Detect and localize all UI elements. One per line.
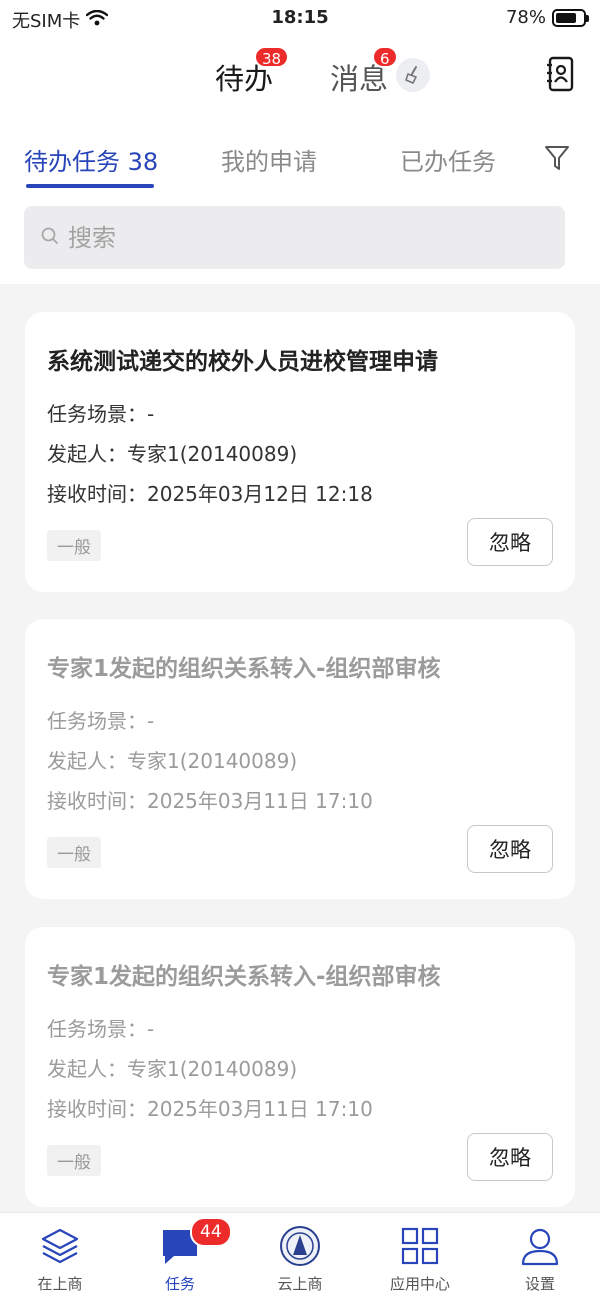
tab-pending-tasks[interactable]: 待办任务 38 bbox=[24, 142, 158, 177]
task-received-time: 接收时间：2025年03月11日 17:10 bbox=[47, 789, 373, 813]
task-tabs: 待办任务 38 我的申请 已办任务 bbox=[0, 130, 600, 190]
active-tab-indicator bbox=[26, 184, 154, 188]
nav-item-app-center[interactable]: 应用中心 bbox=[360, 1221, 480, 1294]
nav-item-tasks[interactable]: 44 任务 bbox=[120, 1217, 240, 1294]
task-received-time: 接收时间：2025年03月12日 12:18 bbox=[47, 482, 373, 506]
clear-broom-icon[interactable] bbox=[396, 58, 430, 92]
task-received-time: 接收时间：2025年03月11日 17:10 bbox=[47, 1097, 373, 1121]
task-initiator: 发起人：专家1(20140089) bbox=[47, 442, 298, 466]
nav-label: 设置 bbox=[524, 1275, 555, 1293]
battery-icon bbox=[552, 8, 589, 27]
nav-label: 应用中心 bbox=[389, 1275, 450, 1293]
ignore-button[interactable]: 忽略 bbox=[467, 825, 553, 873]
task-initiator: 发起人：专家1(20140089) bbox=[47, 1057, 298, 1081]
grid-apps-icon bbox=[360, 1221, 480, 1271]
nav-label: 在上商 bbox=[37, 1275, 83, 1293]
task-scene: 任务场景：- bbox=[47, 709, 155, 733]
nav-item-yunshangshang[interactable]: 云上商 bbox=[240, 1221, 360, 1294]
nav-item-settings[interactable]: 设置 bbox=[480, 1221, 600, 1294]
user-icon bbox=[480, 1221, 600, 1271]
tab-my-requests[interactable]: 我的申请 bbox=[221, 142, 317, 177]
task-scene: 任务场景：- bbox=[47, 402, 155, 426]
status-bar: 无SIM卡 18:15 78% bbox=[0, 0, 600, 38]
tab-done-tasks[interactable]: 已办任务 bbox=[400, 142, 496, 177]
bottom-nav: 在上商 44 任务 云上商 应用中心 设置 bbox=[0, 1212, 600, 1300]
task-card[interactable]: 系统测试递交的校外人员进校管理申请 任务场景：- 发起人：专家1(2014008… bbox=[25, 312, 575, 592]
task-title: 专家1发起的组织关系转入-组织部审核 bbox=[47, 656, 441, 682]
priority-tag: 一般 bbox=[47, 530, 101, 561]
search-icon bbox=[40, 226, 60, 250]
header: 待办 38 消息 6 bbox=[0, 40, 600, 110]
task-title: 专家1发起的组织关系转入-组织部审核 bbox=[47, 964, 441, 990]
filter-icon[interactable] bbox=[544, 144, 570, 176]
ignore-button[interactable]: 忽略 bbox=[467, 1133, 553, 1181]
status-right: 78% bbox=[505, 7, 589, 28]
nav-item-zaishangshang[interactable]: 在上商 bbox=[0, 1221, 120, 1294]
task-card[interactable]: 专家1发起的组织关系转入-组织部审核 任务场景：- 发起人：专家1(201400… bbox=[25, 927, 575, 1207]
school-logo-icon bbox=[240, 1221, 360, 1271]
task-scene: 任务场景：- bbox=[47, 1017, 155, 1041]
task-card[interactable]: 专家1发起的组织关系转入-组织部审核 任务场景：- 发起人：专家1(201400… bbox=[25, 619, 575, 899]
nav-label: 云上商 bbox=[277, 1275, 323, 1293]
contacts-book-icon[interactable] bbox=[546, 56, 576, 96]
ignore-button[interactable]: 忽略 bbox=[467, 518, 553, 566]
search-bar[interactable] bbox=[24, 206, 565, 269]
battery-fill bbox=[556, 12, 577, 23]
priority-tag: 一般 bbox=[47, 1145, 101, 1176]
chat-bubble-icon: 44 bbox=[120, 1217, 240, 1271]
nav-label: 任务 bbox=[164, 1275, 195, 1293]
task-title: 系统测试递交的校外人员进校管理申请 bbox=[47, 349, 438, 375]
search-input[interactable] bbox=[68, 223, 508, 252]
todo-badge: 38 bbox=[254, 46, 290, 68]
battery-percent: 78% bbox=[505, 7, 546, 28]
layers-icon bbox=[0, 1221, 120, 1271]
priority-tag: 一般 bbox=[47, 837, 101, 868]
messages-badge: 6 bbox=[372, 46, 398, 68]
tasks-badge: 44 bbox=[190, 1217, 232, 1247]
task-initiator: 发起人：专家1(20140089) bbox=[47, 749, 298, 773]
